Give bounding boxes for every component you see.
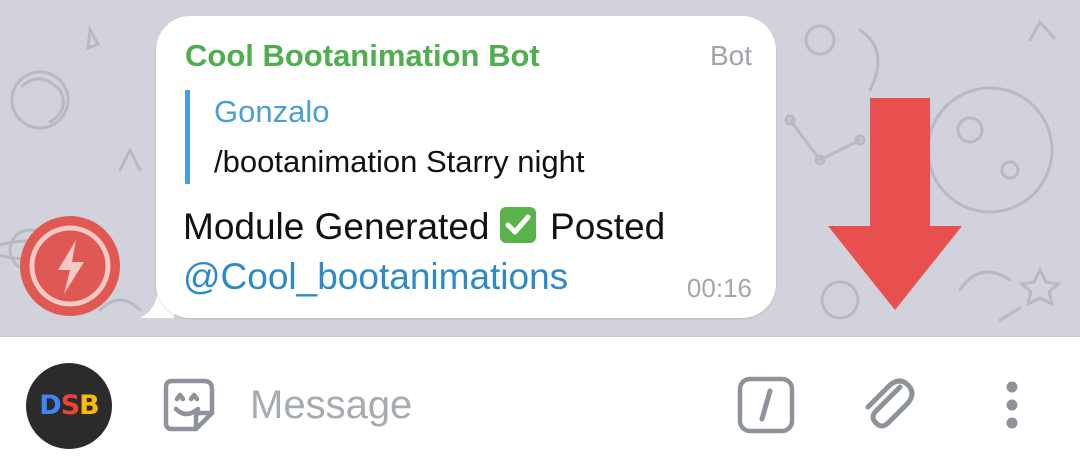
check-mark-emoji-icon — [499, 207, 536, 243]
message-text: Module Generated Posted @Cool_bootanimat… — [183, 202, 665, 302]
more-options-button[interactable] — [1000, 379, 1024, 436]
slash-command-icon — [737, 376, 795, 434]
message-text-posted: Posted — [539, 206, 666, 247]
bot-badge: Bot — [709, 40, 752, 71]
chat-screen: Cool Bootanimation Bot Bot Gonzalo /boot… — [0, 0, 1080, 466]
message-bubble[interactable]: Cool Bootanimation Bot Bot Gonzalo /boot… — [156, 16, 776, 318]
sender-name[interactable]: Cool Bootanimation Bot — [185, 38, 540, 74]
mention-link[interactable]: @Cool_bootanimations — [183, 252, 665, 302]
avatar-letter-d: D — [39, 390, 61, 421]
bot-avatar[interactable] — [16, 210, 126, 325]
message-input[interactable] — [250, 377, 670, 433]
message-time: 00:16 — [686, 273, 752, 303]
sticker-button[interactable] — [158, 375, 220, 442]
send-as-avatar[interactable]: DSB — [26, 363, 112, 449]
sticker-smile-icon — [163, 378, 215, 432]
commands-button[interactable] — [736, 375, 796, 440]
message-line-1: Module Generated Posted — [183, 202, 665, 252]
attach-button[interactable] — [858, 373, 924, 444]
avatar-letter-b: B — [79, 390, 100, 421]
reply-author: Gonzalo — [214, 94, 330, 129]
paperclip-icon — [865, 378, 915, 429]
lightning-bolt-icon — [20, 216, 120, 316]
reply-quote[interactable]: Gonzalo /bootanimation Starry night — [185, 90, 730, 184]
vertical-dots-icon — [1006, 381, 1018, 429]
avatar-letter-s: S — [60, 390, 80, 421]
message-text-generated: Module Generated — [183, 206, 490, 247]
message-input-bar: DSB — [0, 336, 1080, 466]
chat-background[interactable]: Cool Bootanimation Bot Bot Gonzalo /boot… — [0, 0, 1080, 336]
red-down-arrow-icon — [828, 98, 962, 317]
reply-text: /bootanimation Starry night — [214, 144, 585, 179]
